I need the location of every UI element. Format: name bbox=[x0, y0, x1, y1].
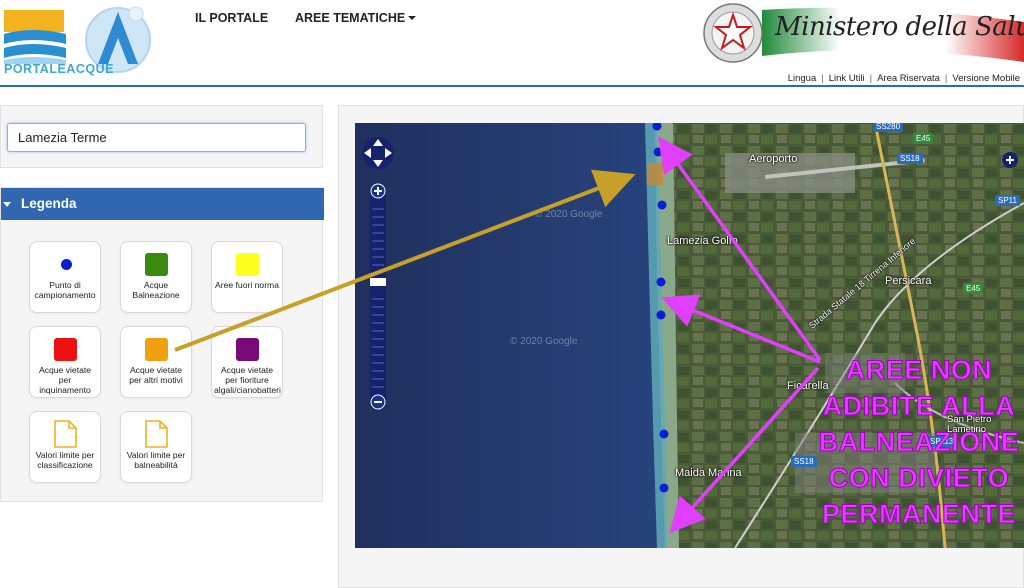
legend-item-pollution-ban[interactable]: Acque vietate per inquinamento bbox=[29, 326, 101, 398]
logo-text: PORTALEACQUE bbox=[4, 62, 114, 76]
collapse-triangle-icon bbox=[3, 202, 11, 207]
link-versione-mobile[interactable]: Versione Mobile bbox=[952, 73, 1020, 84]
place-label: Maida Marina bbox=[675, 467, 742, 479]
sampling-point bbox=[652, 123, 662, 131]
sampling-point bbox=[656, 310, 666, 320]
legend-panel: Legenda Punto di campionamento Acque Bal… bbox=[0, 187, 324, 502]
legend-item-sampling-point[interactable]: Punto di campionamento bbox=[29, 241, 101, 313]
legend-item-out-of-norm[interactable]: Aree fuori norma bbox=[211, 241, 283, 313]
ministry-title: Ministero della Salute bbox=[775, 12, 1024, 42]
road-badge: E45 bbox=[963, 283, 984, 294]
road-badge: SS18 bbox=[897, 153, 923, 164]
map-controls[interactable] bbox=[361, 129, 401, 419]
header-divider bbox=[0, 85, 1024, 87]
place-label: Persicara bbox=[885, 275, 932, 287]
yellow-square-icon bbox=[236, 253, 259, 276]
utility-links: Lingua | Link Utili | Area Riservata | Version… bbox=[787, 73, 1020, 84]
search-panel: Lamezia Terme bbox=[0, 105, 323, 168]
zoom-slider-handle bbox=[370, 278, 386, 286]
road-badge: SS280 bbox=[873, 123, 904, 132]
road-badge: SP11 bbox=[995, 195, 1020, 206]
purple-square-icon bbox=[236, 338, 259, 361]
map-watermark: © 2020 Google bbox=[535, 209, 603, 220]
orange-square-icon bbox=[145, 338, 168, 361]
sampling-point bbox=[659, 483, 669, 493]
red-square-icon bbox=[54, 338, 77, 361]
legend-item-other-ban[interactable]: Acque vietate per altri motivi bbox=[120, 326, 192, 398]
legend-header[interactable]: Legenda bbox=[1, 188, 324, 220]
document-icon bbox=[145, 420, 168, 448]
link-link-utili[interactable]: Link Utili bbox=[829, 73, 865, 84]
sampling-point bbox=[653, 147, 663, 157]
legend-title: Legenda bbox=[21, 196, 77, 211]
annotation-text: AREE NON ADIBITE ALLA BALNEAZIONE CON DI… bbox=[818, 355, 1020, 530]
place-label: Lamezia Golfo bbox=[667, 235, 738, 247]
green-square-icon bbox=[145, 253, 168, 276]
page: PORTALEACQUE IL PORTALE AREE TEMATICHE M… bbox=[0, 0, 1024, 588]
layer-switcher-plus-icon[interactable] bbox=[1001, 151, 1019, 169]
link-area-riservata[interactable]: Area Riservata bbox=[877, 73, 940, 84]
road-badge: E45 bbox=[913, 133, 934, 144]
sampling-point bbox=[657, 200, 667, 210]
document-icon bbox=[54, 420, 77, 448]
legend-item-classification-limits[interactable]: Valori limite per classificazione bbox=[29, 411, 101, 483]
nav-il-portale[interactable]: IL PORTALE bbox=[195, 11, 268, 25]
sampling-point bbox=[659, 429, 669, 439]
road-badge: SS18 bbox=[791, 456, 817, 467]
search-input[interactable]: Lamezia Terme bbox=[7, 123, 306, 152]
chevron-down-icon bbox=[408, 16, 417, 20]
sampling-point bbox=[656, 277, 666, 287]
legend-item-algae-ban[interactable]: Acque vietate per fioriture algali/ciano… bbox=[211, 326, 283, 398]
map-watermark: © 2020 Google bbox=[510, 336, 578, 347]
nav-aree-tematiche[interactable]: AREE TEMATICHE bbox=[295, 11, 417, 25]
blue-dot-icon bbox=[61, 259, 72, 270]
link-lingua[interactable]: Lingua bbox=[788, 73, 817, 84]
place-label: Aeroporto bbox=[749, 153, 798, 165]
legend-item-bathing-limits[interactable]: Valori limite per balneabilità bbox=[120, 411, 192, 483]
legend-item-bathing-waters[interactable]: Acque Balneazione bbox=[120, 241, 192, 313]
